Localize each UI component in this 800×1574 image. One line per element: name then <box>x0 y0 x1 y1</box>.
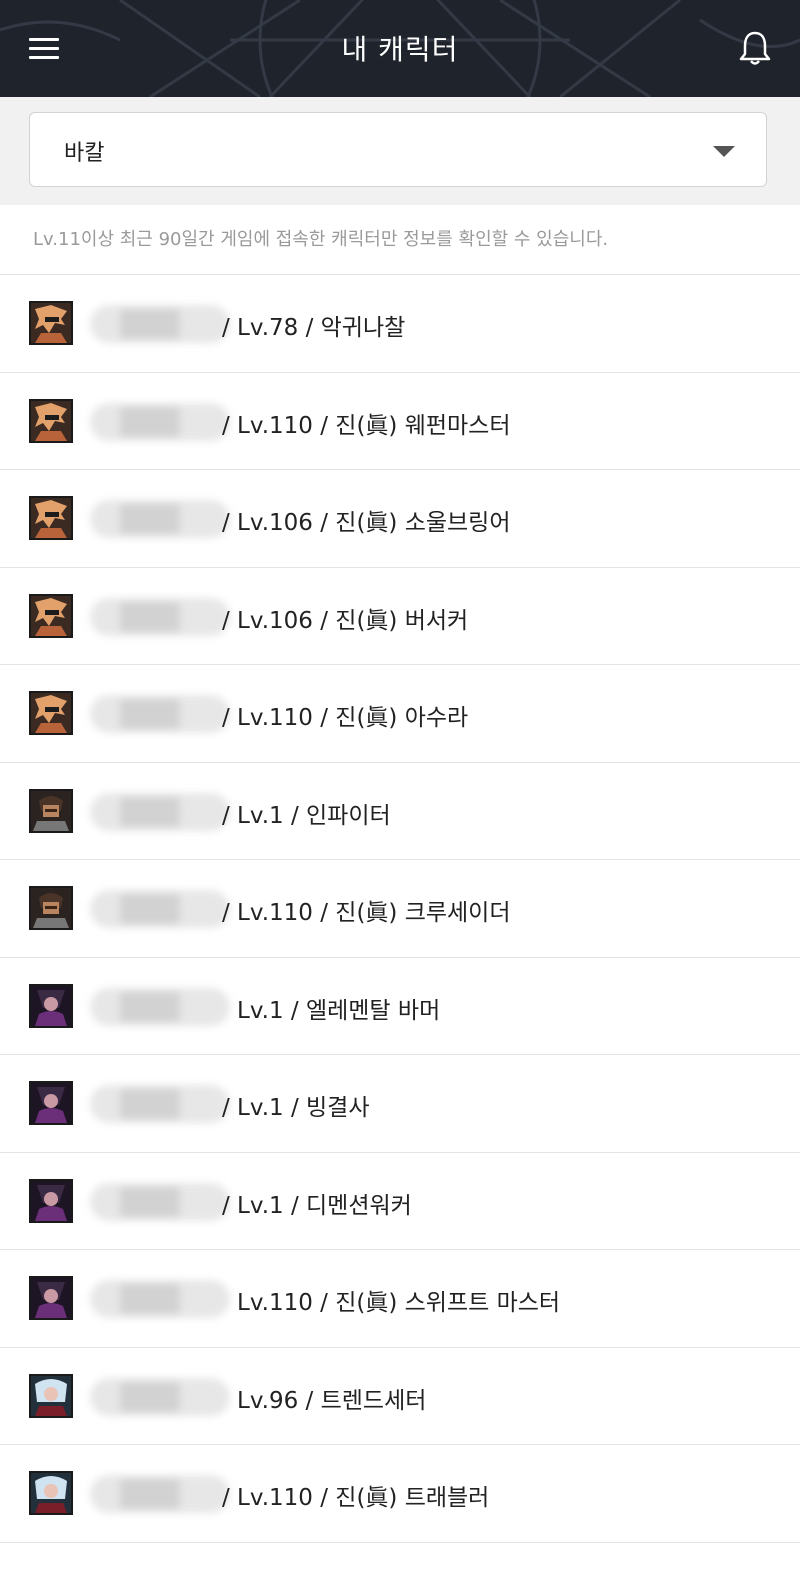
character-avatar <box>29 1081 73 1125</box>
character-avatar <box>29 593 73 638</box>
character-row[interactable]: / Lv.78 / 악귀나찰 <box>0 275 800 373</box>
server-select-value: 바칼 <box>64 141 105 166</box>
character-avatar <box>29 983 73 1028</box>
character-info: / Lv.110 / 진(眞) 트래블러 <box>222 1485 490 1511</box>
blurred-character-name <box>90 792 230 831</box>
character-row[interactable]: / Lv.110 / 진(眞) 아수라 <box>0 665 800 763</box>
character-info: / Lv.1 / 빙결사 <box>222 1095 370 1121</box>
character-avatar <box>29 1373 73 1418</box>
blurred-character-name <box>90 1280 230 1318</box>
character-list: / Lv.78 / 악귀나찰 / Lv.110 / 진(眞) 웨펀마스터 / Lv.… <box>0 275 800 1543</box>
character-info: / Lv.106 / 진(眞) 버서커 <box>222 607 469 634</box>
character-row[interactable]: / Lv.110 / 진(眞) 트래블러 <box>0 1445 800 1543</box>
character-avatar <box>29 1276 73 1320</box>
server-select[interactable]: 바칼 <box>29 112 767 187</box>
character-row[interactable]: Lv.1 / 엘레멘탈 바머 <box>0 958 800 1055</box>
character-info: / Lv.110 / 진(眞) 웨펀마스터 <box>222 412 511 439</box>
blurred-character-name <box>90 695 230 733</box>
character-row[interactable]: / Lv.1 / 디멘션워커 <box>0 1153 800 1250</box>
character-info: / Lv.110 / 진(眞) 크루세이더 <box>222 900 511 926</box>
blurred-character-name <box>90 305 230 343</box>
character-avatar <box>29 886 73 930</box>
character-row[interactable]: / Lv.1 / 빙결사 <box>0 1055 800 1153</box>
character-info: / Lv.110 / 진(眞) 아수라 <box>222 705 469 731</box>
blurred-character-name <box>90 1182 230 1221</box>
character-avatar <box>29 301 73 345</box>
character-row[interactable]: / Lv.106 / 진(眞) 버서커 <box>0 568 800 665</box>
app-header: 내 캐릭터 <box>0 0 800 97</box>
character-avatar <box>29 1178 73 1223</box>
blurred-character-name <box>90 597 230 636</box>
character-info: / Lv.1 / 인파이터 <box>222 802 391 829</box>
character-avatar <box>29 691 73 735</box>
character-info: / Lv.78 / 악귀나찰 <box>222 315 406 341</box>
character-row[interactable]: / Lv.110 / 진(眞) 웨펀마스터 <box>0 373 800 470</box>
blurred-character-name <box>90 1085 230 1123</box>
chevron-down-icon <box>713 146 735 157</box>
character-info: Lv.110 / 진(眞) 스위프트 마스터 <box>237 1290 561 1316</box>
character-info: / Lv.1 / 디멘션워커 <box>222 1192 412 1219</box>
character-info: Lv.96 / 트렌드세터 <box>237 1387 427 1414</box>
notice-text: Lv.11이상 최근 90일간 게임에 접속한 캐릭터만 정보를 확인할 수 있… <box>0 205 800 275</box>
server-select-section: 바칼 <box>0 97 800 205</box>
blurred-character-name <box>90 500 230 538</box>
character-avatar <box>29 398 73 443</box>
blurred-character-name <box>90 987 230 1026</box>
blurred-character-name <box>90 1377 230 1416</box>
character-info: / Lv.106 / 진(眞) 소울브링어 <box>222 510 511 536</box>
character-row[interactable]: / Lv.106 / 진(眞) 소울브링어 <box>0 470 800 568</box>
blurred-character-name <box>90 402 230 441</box>
blurred-character-name <box>90 890 230 928</box>
character-row[interactable]: / Lv.110 / 진(眞) 크루세이더 <box>0 860 800 958</box>
character-info: Lv.1 / 엘레멘탈 바머 <box>237 997 441 1024</box>
blurred-character-name <box>90 1475 230 1513</box>
character-avatar <box>29 1471 73 1515</box>
character-avatar <box>29 788 73 833</box>
character-avatar <box>29 496 73 540</box>
bell-icon[interactable] <box>738 30 772 66</box>
character-row[interactable]: Lv.96 / 트렌드세터 <box>0 1348 800 1445</box>
character-row[interactable]: Lv.110 / 진(眞) 스위프트 마스터 <box>0 1250 800 1348</box>
page-title: 내 캐릭터 <box>341 33 459 66</box>
character-row[interactable]: / Lv.1 / 인파이터 <box>0 763 800 860</box>
